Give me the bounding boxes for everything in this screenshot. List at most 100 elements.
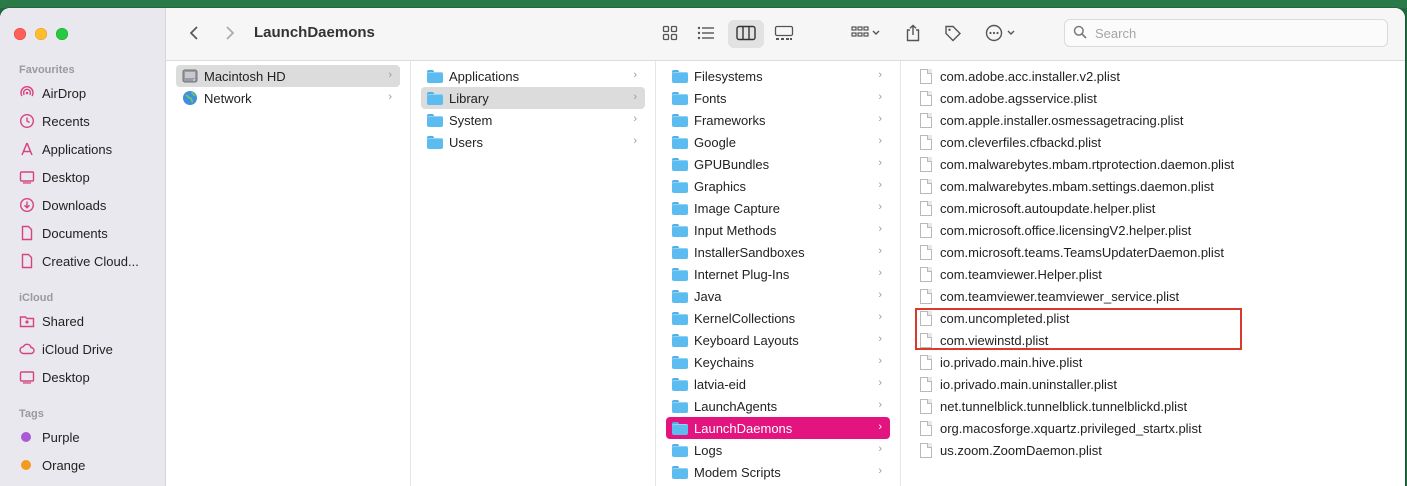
chevron-right-icon: › — [878, 267, 882, 279]
file-row-org-macosforge-xquartz-privileged-startx-plist[interactable]: org.macosforge.xquartz.privileged_startx… — [911, 417, 1391, 439]
folder-row-kernelcollections[interactable]: KernelCollections › — [666, 307, 890, 329]
file-row-com-teamviewer-helper-plist[interactable]: com.teamviewer.Helper.plist — [911, 263, 1391, 285]
tag-icon — [944, 24, 962, 45]
zoom-button[interactable] — [56, 28, 68, 40]
file-row-net-tunnelblick-tunnelblick-tunnelblickd-plist[interactable]: net.tunnelblick.tunnelblick.tunnelblickd… — [911, 395, 1391, 417]
folder-row-network[interactable]: Network › — [176, 87, 400, 109]
folder-row-graphics[interactable]: Graphics › — [666, 175, 890, 197]
share-button[interactable] — [900, 20, 926, 48]
folder-row-modem-scripts[interactable]: Modem Scripts › — [666, 461, 890, 483]
sidebar-item-shared[interactable]: Shared — [18, 310, 158, 332]
sidebar-section-tags: Tags — [19, 408, 44, 420]
file-row-com-viewinstd-plist[interactable]: com.viewinstd.plist — [911, 329, 1391, 351]
sidebar-tag-orange[interactable]: Orange — [18, 454, 158, 476]
folder-row-keychains[interactable]: Keychains › — [666, 351, 890, 373]
sidebar-item-documents[interactable]: Documents — [18, 222, 158, 244]
file-name: net.tunnelblick.tunnelblick.tunnelblickd… — [940, 398, 1188, 414]
sidebar-item-label: Recents — [42, 113, 90, 129]
folder-row-system[interactable]: System › — [421, 109, 645, 131]
tags-button[interactable] — [940, 20, 966, 48]
file-row-com-cleverfiles-cfbackd-plist[interactable]: com.cleverfiles.cfbackd.plist — [911, 131, 1391, 153]
group-by-button[interactable] — [846, 20, 886, 48]
folder-row-fonts[interactable]: Fonts › — [666, 87, 890, 109]
file-row-com-adobe-acc-installer-v2-plist[interactable]: com.adobe.acc.installer.v2.plist — [911, 65, 1391, 87]
folder-row-filesystems[interactable]: Filesystems › — [666, 65, 890, 87]
folder-row-java[interactable]: Java › — [666, 285, 890, 307]
chevron-right-icon: › — [878, 135, 882, 147]
sidebar-item-label: Desktop — [42, 369, 90, 385]
folder-icon — [672, 223, 688, 237]
folder-row-logs[interactable]: Logs › — [666, 439, 890, 461]
browser-column-3[interactable]: FileFinder › Filesystems › Fonts › Frameworks ›… — [656, 61, 901, 486]
browser-column-4[interactable]: com.adobe.acc.installer.v2.plist com.adob… — [901, 61, 1405, 486]
file-row-io-privado-main-hive-plist[interactable]: io.privado.main.hive.plist — [911, 351, 1391, 373]
grid-icon — [662, 25, 678, 44]
close-button[interactable] — [14, 28, 26, 40]
folder-name: Java — [694, 288, 722, 304]
file-name: com.adobe.acc.installer.v2.plist — [940, 68, 1120, 84]
sidebar-item-label: Purple — [42, 429, 80, 445]
folder-row-internet-plug-ins[interactable]: Internet Plug-Ins › — [666, 263, 890, 285]
browser-column-2[interactable]: Applications › Library › System › Users › — [411, 61, 656, 486]
folder-row-google[interactable]: Google › — [666, 131, 890, 153]
folder-name: Keyboard Layouts — [694, 332, 799, 348]
file-row-com-teamviewer-teamviewer-service-plist[interactable]: com.teamviewer.teamviewer_service.plist — [911, 285, 1391, 307]
icon-view-button[interactable] — [656, 20, 684, 48]
gallery-view-button[interactable] — [770, 20, 798, 48]
folder-row-launchdaemons[interactable]: LaunchDaemons › — [666, 417, 890, 439]
folder-row-latvia-eid[interactable]: latvia-eid › — [666, 373, 890, 395]
sidebar-item-label: iCloud Drive — [42, 341, 113, 357]
file-row-io-privado-main-uninstaller-plist[interactable]: io.privado.main.uninstaller.plist — [911, 373, 1391, 395]
group-icon — [851, 25, 881, 43]
folder-row-launchagents[interactable]: LaunchAgents › — [666, 395, 890, 417]
minimize-button[interactable] — [35, 28, 47, 40]
sidebar-item-recents[interactable]: Recents — [18, 110, 158, 132]
chevron-right-icon: › — [878, 421, 882, 433]
desktop-icon — [18, 169, 35, 186]
file-row-com-microsoft-office-licensingv2-helper-plist[interactable]: com.microsoft.office.licensingV2.helper.… — [911, 219, 1391, 241]
chevron-right-icon: › — [878, 179, 882, 191]
chevron-right-icon: › — [878, 399, 882, 411]
chevron-right-icon: › — [878, 157, 882, 169]
folder-name: Modem Scripts — [694, 464, 781, 480]
sidebar-item-icloud-desktop[interactable]: Desktop — [18, 366, 158, 388]
chevron-right-icon: › — [878, 333, 882, 345]
file-row-us-zoom-zoomdaemon-plist[interactable]: us.zoom.ZoomDaemon.plist — [911, 439, 1391, 461]
more-actions-button[interactable] — [982, 20, 1022, 48]
file-row-com-microsoft-autoupdate-helper-plist[interactable]: com.microsoft.autoupdate.helper.plist — [911, 197, 1391, 219]
chevron-right-icon: › — [878, 91, 882, 103]
file-row-com-apple-installer-osmessagetracing-plist[interactable]: com.apple.installer.osmessagetracing.pli… — [911, 109, 1391, 131]
back-button[interactable] — [184, 20, 204, 48]
chevron-right-icon: › — [878, 201, 882, 213]
list-view-button[interactable] — [692, 20, 720, 48]
sidebar-item-downloads[interactable]: Downloads — [18, 194, 158, 216]
sidebar-item-icloud-drive[interactable]: iCloud Drive — [18, 338, 158, 360]
file-row-com-uncompleted-plist[interactable]: com.uncompleted.plist — [911, 307, 1391, 329]
folder-row-applications[interactable]: Applications › — [421, 65, 645, 87]
search-field[interactable]: Search — [1064, 19, 1388, 47]
folder-row-macintosh-hd[interactable]: Macintosh HD › — [176, 65, 400, 87]
file-row-com-malwarebytes-mbam-settings-daemon-plist[interactable]: com.malwarebytes.mbam.settings.daemon.pl… — [911, 175, 1391, 197]
folder-row-frameworks[interactable]: Frameworks › — [666, 109, 890, 131]
column-view-button[interactable] — [728, 20, 764, 48]
sidebar-tag-purple[interactable]: Purple — [18, 426, 158, 448]
sidebar-item-creative-cloud[interactable]: Creative Cloud... — [18, 250, 158, 272]
folder-row-keyboard-layouts[interactable]: Keyboard Layouts › — [666, 329, 890, 351]
folder-row-users[interactable]: Users › — [421, 131, 645, 153]
folder-row-installersandboxes[interactable]: InstallerSandboxes › — [666, 241, 890, 263]
forward-button[interactable] — [220, 20, 240, 48]
folder-row-library[interactable]: Library › — [421, 87, 645, 109]
sidebar-item-airdrop[interactable]: AirDrop — [18, 82, 158, 104]
browser-column-1[interactable]: Macintosh HD › Network › — [166, 61, 411, 486]
folder-row-gpubundles[interactable]: GPUBundles › — [666, 153, 890, 175]
file-name: com.uncompleted.plist — [940, 310, 1070, 326]
sidebar-item-desktop[interactable]: Desktop — [18, 166, 158, 188]
tag-color-dot — [21, 460, 31, 470]
folder-row-input-methods[interactable]: Input Methods › — [666, 219, 890, 241]
file-row-com-adobe-agsservice-plist[interactable]: com.adobe.agsservice.plist — [911, 87, 1391, 109]
file-row-com-malwarebytes-mbam-rtprotection-daemon-plist[interactable]: com.malwarebytes.mbam.rtprotection.daemo… — [911, 153, 1391, 175]
sidebar-item-applications[interactable]: Applications — [18, 138, 158, 160]
chevron-right-icon: › — [878, 311, 882, 323]
folder-row-image-capture[interactable]: Image Capture › — [666, 197, 890, 219]
file-row-com-microsoft-teams-teamsupdaterdaemon-plist[interactable]: com.microsoft.teams.TeamsUpdaterDaemon.p… — [911, 241, 1391, 263]
